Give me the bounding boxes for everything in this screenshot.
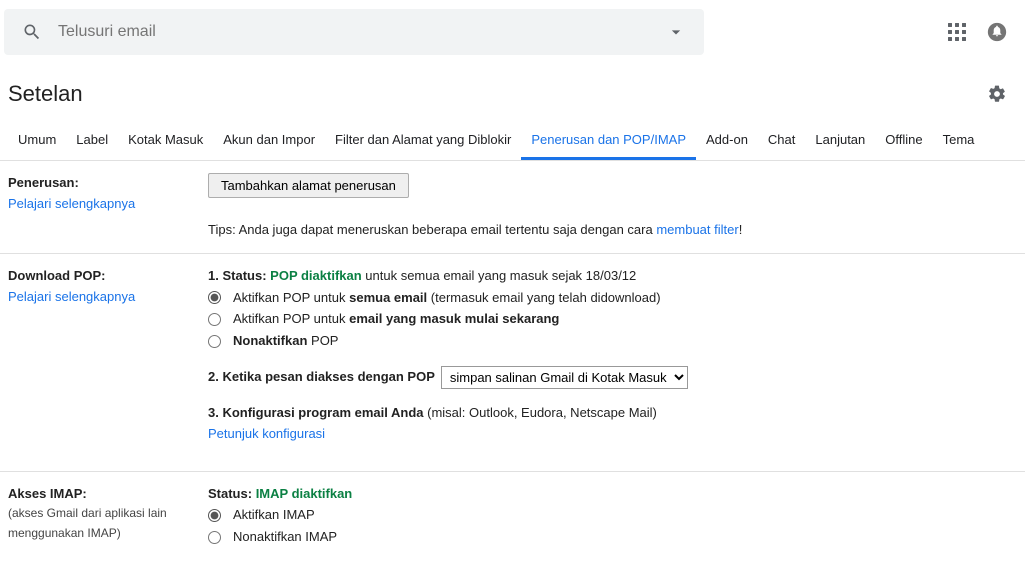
- imap-radio-enable-input[interactable]: [208, 509, 221, 522]
- apps-icon[interactable]: [937, 12, 977, 52]
- tab-umum[interactable]: Umum: [8, 122, 66, 160]
- pop-radio-from-now[interactable]: Aktifkan POP untuk email yang masuk mula…: [208, 309, 1017, 330]
- imap-subtitle: (akses Gmail dari aplikasi lain mengguna…: [8, 504, 208, 542]
- imap-title: Akses IMAP:: [8, 484, 208, 505]
- imap-status-line: Status: IMAP diaktifkan: [208, 484, 1017, 505]
- pop-status-line: 1. Status: POP diaktifkan untuk semua em…: [208, 266, 1017, 287]
- pop-when-accessed: 2. Ketika pesan diakses dengan POP simpa…: [208, 366, 1017, 389]
- tab-lanjutan[interactable]: Lanjutan: [805, 122, 875, 160]
- add-forwarding-address-button[interactable]: Tambahkan alamat penerusan: [208, 173, 409, 198]
- notifications-icon[interactable]: [977, 12, 1017, 52]
- download-pop-title: Download POP:: [8, 266, 208, 287]
- page-title: Setelan: [8, 81, 977, 107]
- penerusan-learn-more-link[interactable]: Pelajari selengkapnya: [8, 196, 135, 211]
- pop-radio-all-input[interactable]: [208, 291, 221, 304]
- forwarding-tip: Tips: Anda juga dapat meneruskan beberap…: [208, 220, 1017, 241]
- search-icon[interactable]: [12, 12, 52, 52]
- tab-penerusan-pop-imap[interactable]: Penerusan dan POP/IMAP: [521, 122, 696, 160]
- pop-radio-from-now-input[interactable]: [208, 313, 221, 326]
- gear-icon[interactable]: [977, 74, 1017, 114]
- tab-kotak-masuk[interactable]: Kotak Masuk: [118, 122, 213, 160]
- pop-action-select[interactable]: simpan salinan Gmail di Kotak Masuk: [441, 366, 688, 389]
- penerusan-title: Penerusan:: [8, 173, 208, 194]
- tab-akun-impor[interactable]: Akun dan Impor: [213, 122, 325, 160]
- tip-text: Tips: Anda juga dapat meneruskan beberap…: [208, 222, 656, 237]
- tab-chat[interactable]: Chat: [758, 122, 805, 160]
- pop-configure: 3. Konfigurasi program email Anda (misal…: [208, 403, 1017, 445]
- section-penerusan: Penerusan: Pelajari selengkapnya Tambahk…: [0, 160, 1025, 253]
- tip-suffix: !: [739, 222, 743, 237]
- search-box[interactable]: [4, 9, 704, 55]
- pop-radio-all-email[interactable]: Aktifkan POP untuk semua email (termasuk…: [208, 288, 1017, 309]
- imap-status-value: IMAP diaktifkan: [256, 486, 353, 501]
- imap-radio-enable[interactable]: Aktifkan IMAP: [208, 505, 1017, 526]
- tab-filter[interactable]: Filter dan Alamat yang Diblokir: [325, 122, 521, 160]
- imap-radio-disable-input[interactable]: [208, 531, 221, 544]
- pop-config-instructions-link[interactable]: Petunjuk konfigurasi: [208, 426, 325, 441]
- pop-radio-disable-input[interactable]: [208, 335, 221, 348]
- tab-offline[interactable]: Offline: [875, 122, 932, 160]
- pop-radio-disable[interactable]: Nonaktifkan POP: [208, 331, 1017, 352]
- settings-tabs: Umum Label Kotak Masuk Akun dan Impor Fi…: [0, 122, 1025, 160]
- pop-learn-more-link[interactable]: Pelajari selengkapnya: [8, 289, 135, 304]
- tab-tema[interactable]: Tema: [933, 122, 985, 160]
- create-filter-link[interactable]: membuat filter: [656, 222, 738, 237]
- tab-label[interactable]: Label: [66, 122, 118, 160]
- dropdown-icon[interactable]: [656, 12, 696, 52]
- imap-radio-disable[interactable]: Nonaktifkan IMAP: [208, 527, 1017, 548]
- section-download-pop: Download POP: Pelajari selengkapnya 1. S…: [0, 253, 1025, 471]
- section-akses-imap: Akses IMAP: (akses Gmail dari aplikasi l…: [0, 471, 1025, 561]
- tab-add-on[interactable]: Add-on: [696, 122, 758, 160]
- search-input[interactable]: [52, 23, 656, 41]
- pop-status-value: POP diaktifkan: [270, 268, 362, 283]
